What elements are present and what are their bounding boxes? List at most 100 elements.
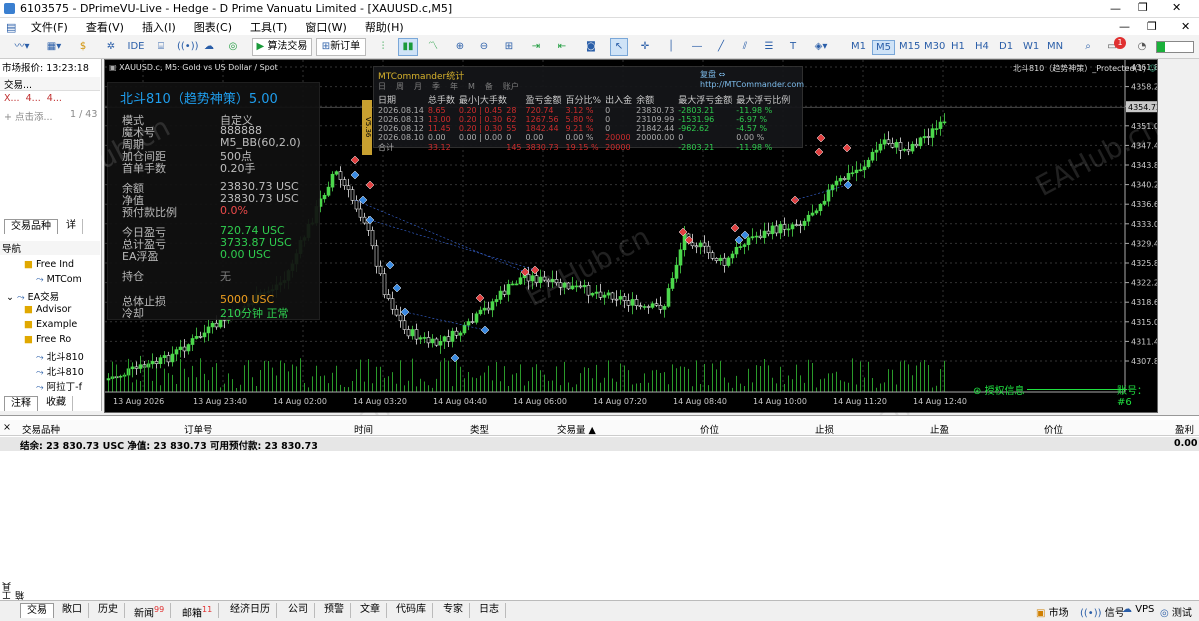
stats-tab[interactable]: 季 <box>432 82 440 91</box>
terminal-tab[interactable]: 代码库 <box>390 603 433 618</box>
tf-d1[interactable]: D1 <box>996 40 1016 53</box>
nav-item[interactable]: ■ Example <box>0 319 100 333</box>
tf-m1[interactable]: M1 <box>848 40 869 53</box>
trendline-icon[interactable]: ╱ <box>712 38 730 56</box>
autoscroll-icon[interactable]: ⇥ <box>526 38 546 56</box>
nav-item[interactable]: ⤳ 北斗810 <box>0 364 100 378</box>
channel-icon[interactable]: ⫽ <box>736 38 754 56</box>
nav-item[interactable]: ⤳ 阿拉丁-f <box>0 379 100 393</box>
tab-details[interactable]: 详 <box>60 219 83 234</box>
tf-m30[interactable]: M30 <box>921 40 948 53</box>
col-price[interactable]: 价位 <box>700 422 719 436</box>
bar-chart-icon[interactable]: ⫶ <box>374 38 392 56</box>
fibo-icon[interactable]: ☰ <box>760 38 778 56</box>
ide-button[interactable]: IDE <box>126 38 146 56</box>
mdi-restore-icon[interactable]: ❐ <box>1138 19 1166 34</box>
col-price2[interactable]: 价位 <box>1044 422 1063 436</box>
terminal-tab[interactable]: 经济日历 <box>224 603 277 618</box>
terminal-tab[interactable]: 公司 <box>282 603 315 618</box>
vps-status[interactable]: ☁ VPS <box>1122 604 1154 615</box>
col-type[interactable]: 类型 <box>470 422 489 436</box>
mdi-minimize-icon[interactable]: — <box>1110 19 1139 34</box>
nav-item[interactable]: ■ Free Ind <box>0 259 100 273</box>
shapes-icon[interactable]: ◈▾ <box>806 38 836 56</box>
col-profit[interactable]: 盈利 <box>1175 422 1194 436</box>
chart-shift-icon[interactable]: ⇤ <box>552 38 572 56</box>
terminal-tab[interactable]: 新闻99 <box>128 603 172 619</box>
cloud-icon[interactable]: ☁ <box>200 38 218 56</box>
algo-trading-button[interactable]: ▶ 算法交易 <box>252 38 312 56</box>
close-terminal-icon[interactable]: × <box>3 422 11 433</box>
terminal-tab[interactable]: 预警 <box>318 603 351 618</box>
zoom-out-icon[interactable]: ⊖ <box>476 38 492 56</box>
tf-m15[interactable]: M15 <box>896 40 923 53</box>
stats-tab[interactable]: M <box>468 82 475 91</box>
nav-item[interactable]: ■ Advisor <box>0 304 100 318</box>
terminal-tab[interactable]: 交易 <box>20 603 54 618</box>
hline-icon[interactable]: ― <box>688 38 706 56</box>
toolbox-label[interactable]: 工具箱 <box>1 576 26 600</box>
screenshot-icon[interactable]: ◙ <box>582 38 600 56</box>
stats-tab[interactable]: 账户 <box>503 82 519 91</box>
market-status[interactable]: ▣ 市场 <box>1036 604 1069 619</box>
col-volume[interactable]: 交易量 ▲ <box>557 422 596 436</box>
close-icon[interactable]: ✕ <box>1172 1 1181 14</box>
text-tool-icon[interactable]: T <box>786 38 800 56</box>
market-row[interactable]: X... 4... 4... <box>0 93 100 107</box>
candle-chart-icon[interactable]: ▮▮ <box>398 38 418 56</box>
minimize-icon[interactable]: — <box>1110 2 1121 15</box>
terminal-tab[interactable]: 敞口 <box>56 603 89 618</box>
stats-tab[interactable]: 备 <box>485 82 493 91</box>
vline-icon[interactable]: │ <box>664 38 678 56</box>
crosshair-icon[interactable]: ✛ <box>636 38 654 56</box>
mdi-close-icon[interactable]: ✕ <box>1172 19 1199 34</box>
tf-w1[interactable]: W1 <box>1020 40 1042 53</box>
account-icon[interactable]: ◔ <box>1134 38 1150 56</box>
menu-help[interactable]: 帮助(H) <box>356 18 413 36</box>
grid-icon[interactable]: ⊞ <box>500 38 518 56</box>
signals-status[interactable]: ((•)) 信号 <box>1080 604 1125 619</box>
new-order-button[interactable]: ⊞新订单 <box>316 38 366 56</box>
col-symbol[interactable]: 交易品种 <box>22 422 60 436</box>
tester-status[interactable]: ◎ 测试 <box>1160 604 1192 619</box>
col-time[interactable]: 时间 <box>354 422 373 436</box>
menu-window[interactable]: 窗口(W) <box>296 18 355 36</box>
menu-chart[interactable]: 图表(C) <box>185 18 241 36</box>
menu-tools[interactable]: 工具(T) <box>241 18 296 36</box>
tab-comments[interactable]: 注释 <box>4 396 38 411</box>
tab-favorites[interactable]: 收藏 <box>40 396 73 411</box>
nav-item[interactable]: ⤳ MTCom <box>0 274 100 288</box>
tab-symbols[interactable]: 交易品种 <box>4 219 58 234</box>
auth-info[interactable]: ⊛ 授权信息 <box>973 382 1025 397</box>
stats-tab[interactable]: 日 <box>378 82 386 91</box>
stats-tab[interactable]: 年 <box>450 82 458 91</box>
add-symbol[interactable]: + 点击添... 1 / 43 <box>0 109 100 123</box>
tf-h4[interactable]: H4 <box>972 40 992 53</box>
col-ticket[interactable]: 订单号 <box>184 422 213 436</box>
tf-m5[interactable]: M5 <box>872 40 895 55</box>
dollar-icon[interactable]: $ <box>74 38 92 56</box>
nav-item[interactable]: ⌄ ⤳ EA交易 <box>0 289 100 303</box>
terminal-tab[interactable]: 文章 <box>354 603 387 618</box>
terminal-tab[interactable]: 专家 <box>437 603 470 618</box>
menu-view[interactable]: 查看(V) <box>77 18 133 36</box>
line-chart-icon[interactable]: 〽 <box>424 38 442 56</box>
stats-tabs[interactable]: 日 周 月 季 年 M 备 账户 <box>378 81 529 92</box>
col-sl[interactable]: 止损 <box>815 422 834 436</box>
menu-file[interactable]: 文件(F) <box>22 18 77 36</box>
zoom-in-icon[interactable]: ⊕ <box>452 38 468 56</box>
terminal-tab[interactable]: 邮箱11 <box>176 603 220 619</box>
col-tp[interactable]: 止盈 <box>930 422 949 436</box>
globe-icon[interactable]: ◎ <box>224 38 242 56</box>
cursor-icon[interactable]: ↖ <box>610 38 628 56</box>
bug-icon[interactable]: ✲ <box>102 38 120 56</box>
script-icon[interactable]: ⌸ <box>152 38 170 56</box>
chart-type-icon[interactable]: 〰▾ <box>8 38 36 56</box>
stats-tab[interactable]: 周 <box>396 82 404 91</box>
restore-icon[interactable]: ❐ <box>1138 1 1148 14</box>
terminal-tab[interactable]: 日志 <box>473 603 506 618</box>
tf-mn[interactable]: MN <box>1044 40 1066 53</box>
menu-insert[interactable]: 插入(I) <box>133 18 185 36</box>
stats-link[interactable]: 复盘 ⇔ http://MTCommander.com <box>700 69 804 89</box>
signal-icon[interactable]: ((•)) <box>176 38 199 56</box>
